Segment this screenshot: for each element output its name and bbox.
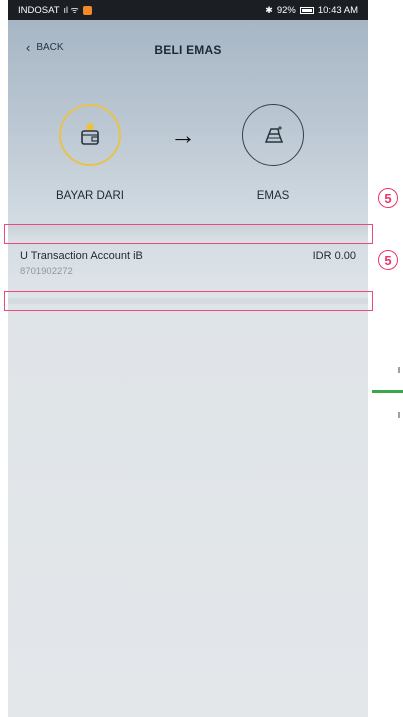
source-label: BAYAR DARI — [56, 190, 124, 202]
step-badge: 5 — [378, 250, 398, 270]
signal-icon: ıl ᯤ — [63, 4, 79, 15]
wallet-icon — [81, 123, 99, 145]
status-right: ✱ 92% 10:43 AM — [265, 5, 358, 16]
highlight-box — [4, 224, 373, 244]
gold-bar-icon — [264, 126, 284, 143]
highlight-box — [4, 291, 373, 311]
battery-percent: 92% — [276, 4, 296, 16]
target-label: EMAS — [256, 190, 290, 202]
source-circle[interactable] — [59, 104, 121, 166]
notification-icon — [82, 5, 92, 15]
status-left: INDOSAT ıl ᯤ — [18, 5, 92, 16]
step-badge: 5 — [378, 188, 398, 208]
page-title: BELI EMAS — [154, 43, 222, 57]
account-number: 8701902272 — [20, 266, 73, 277]
header: ‹ BACK BELI EMAS — [8, 36, 368, 60]
phone-screen: INDOSAT ıl ᯤ ✱ 92% 10:43 AM ‹ BACK BELI … — [8, 0, 368, 717]
transfer-flow: → BAYAR DARI EMAS — [8, 104, 368, 214]
clock: 10:43 AM — [317, 4, 358, 16]
connector-line — [372, 390, 403, 393]
status-bar: INDOSAT ıl ᯤ ✱ 92% 10:43 AM — [8, 0, 368, 20]
connector-tick — [398, 367, 400, 373]
connector-tick — [398, 412, 400, 418]
account-name: U Transaction Account iB — [20, 250, 143, 262]
bluetooth-icon: ✱ — [265, 4, 273, 15]
battery-icon — [299, 6, 314, 14]
account-balance: IDR 0.00 — [312, 250, 356, 262]
target-circle[interactable] — [242, 104, 304, 166]
account-row[interactable]: U Transaction Account iB IDR 0.00 870190… — [8, 246, 368, 292]
page: INDOSAT ıl ᯤ ✱ 92% 10:43 AM ‹ BACK BELI … — [0, 0, 403, 717]
arrow-right-icon: → — [170, 120, 196, 150]
carrier-name: INDOSAT — [18, 4, 60, 16]
